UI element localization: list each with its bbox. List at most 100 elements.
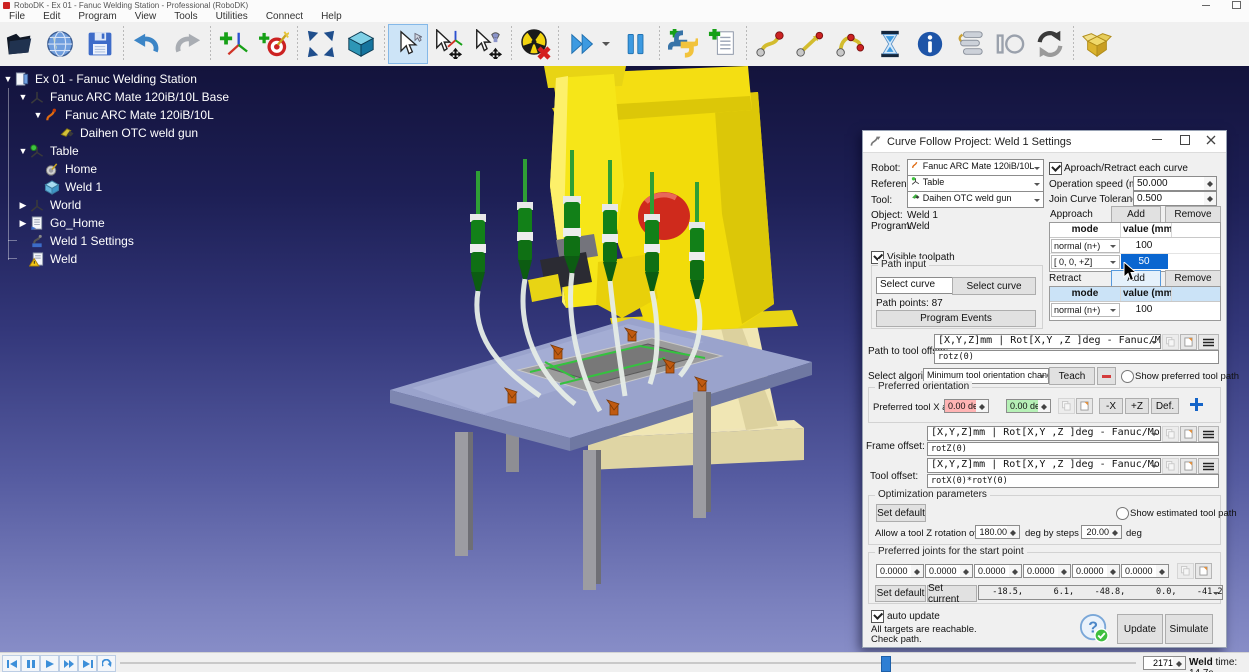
joint-2-spinner[interactable] [960,564,973,578]
tree-item-robot[interactable]: ▼ Fanuc ARC Mate 120iB/10L [32,106,214,124]
info-instruction-icon[interactable] [910,24,950,64]
add-target-icon[interactable] [254,24,294,64]
path-offset-copy-icon[interactable] [1162,334,1179,350]
add-reference-frame-icon[interactable] [214,24,254,64]
reference-select[interactable]: Table [907,175,1044,192]
window-maximize-icon[interactable] [1232,1,1241,9]
skip-end-icon[interactable] [78,655,97,672]
joint-3-field[interactable]: 0.0000 [974,564,1013,578]
joint-4-field[interactable]: 0.0000 [1023,564,1062,578]
join-tolerance-spinner[interactable] [1204,191,1217,206]
program-call-icon[interactable] [1030,24,1070,64]
path-offset-paste-icon[interactable] [1180,334,1197,350]
fast-simulation-icon[interactable] [562,24,616,64]
show-estimated-radio[interactable] [1116,507,1129,520]
redo-icon[interactable] [167,24,207,64]
tree-item-weld-gun[interactable]: Daihen OTC weld gun [47,124,198,142]
fast-forward-icon[interactable] [59,655,78,672]
dialog-titlebar[interactable]: Curve Follow Project: Weld 1 Settings [863,131,1226,153]
add-orientation-icon[interactable] [1189,397,1204,412]
io-instruction-icon[interactable] [990,24,1030,64]
joint-5-spinner[interactable] [1107,564,1120,578]
update-button[interactable]: Update [1117,614,1163,644]
frame-offset-menu-icon[interactable] [1198,426,1219,442]
tool-offset-format-select[interactable]: [X,Y,Z]mm | Rot[X,Y ,Z ]deg - Fanuc/Moto… [927,458,1161,473]
step-spinner[interactable] [1109,525,1122,539]
joint-5-field[interactable]: 0.0000 [1072,564,1111,578]
wait-instruction-icon[interactable] [870,24,910,64]
tool-x-ry-field[interactable]: 0.00 deg [1006,399,1042,413]
tree-item-weld-program[interactable]: Weld [17,250,77,268]
pause-playback-icon[interactable] [21,655,40,672]
fast-simulation-dropdown-icon[interactable] [602,42,610,50]
check-status-icon[interactable]: ? [1079,613,1109,643]
default-orientation-button[interactable]: Def. [1151,398,1179,414]
simulate-button[interactable]: Simulate [1165,614,1213,644]
program-events-button[interactable]: Program Events [876,310,1036,327]
approach-retract-checkbox[interactable] [1049,162,1062,175]
movej-instruction-icon[interactable] [750,24,790,64]
dialog-minimize-icon[interactable] [1152,139,1162,140]
expander-icon[interactable]: ▶ [17,218,29,229]
approach-remove-button[interactable]: Remove [1165,206,1221,223]
current-joints-select[interactable]: -18.5, 6.1, -48.8, 0.0, -41.2, -71.5 [978,585,1223,600]
save-icon[interactable] [80,24,120,64]
joint-1-spinner[interactable] [911,564,924,578]
joints-copy-icon[interactable] [1177,563,1194,579]
tool-x-ry-spinner[interactable] [1038,399,1051,413]
tree-item-weld1-settings[interactable]: Weld 1 Settings [17,232,134,250]
approach-add-button[interactable]: Add [1111,206,1161,223]
menu-file[interactable]: File [0,11,34,22]
skip-start-icon[interactable] [2,655,21,672]
retract-value-1[interactable]: 100 [1121,302,1168,317]
add-program-icon[interactable] [703,24,743,64]
menu-help[interactable]: Help [312,11,351,22]
tool-offset-expression[interactable]: rotX(0)*rotY(0) [927,474,1219,488]
joint-6-field[interactable]: 0.0000 [1121,564,1160,578]
tree-item-weld1-object[interactable]: Weld 1 [32,178,102,196]
simulation-slider-track[interactable] [120,662,1136,664]
tool-offset-menu-icon[interactable] [1198,458,1219,474]
menu-connect[interactable]: Connect [257,11,312,22]
robot-select[interactable]: Fanuc ARC Mate 120iB/10L [907,159,1044,176]
expander-icon[interactable]: ▶ [17,200,29,211]
tree-item-world-frame[interactable]: ▶ World [17,196,81,214]
tree-item-table-frame[interactable]: ▼ Table [17,142,79,160]
orientation-copy-icon[interactable] [1058,398,1075,414]
replay-icon[interactable] [97,655,116,672]
rotation-spinner[interactable] [1007,525,1020,539]
check-collisions-icon[interactable] [515,24,555,64]
open-file-icon[interactable] [0,24,40,64]
frame-offset-format-select[interactable]: [X,Y,Z]mm | Rot[X,Y ,Z ]deg - Fanuc/Moto… [927,426,1161,441]
joints-set-default-button[interactable]: Set default [875,585,926,602]
path-offset-format-select[interactable]: [X,Y,Z]mm | Rot[X,Y ,Z ]deg - Fanuc/Moto… [934,334,1161,349]
remove-preferred-icon[interactable] [1097,367,1116,385]
select-cursor-icon[interactable] [388,24,428,64]
retract-mode-1[interactable]: normal (n+) [1051,303,1120,317]
menu-tools[interactable]: Tools [165,11,206,22]
fit-all-icon[interactable] [301,24,341,64]
auto-update-checkbox[interactable] [871,610,884,623]
move-tool-cursor-icon[interactable] [468,24,508,64]
dialog-close-icon[interactable] [1206,135,1216,145]
menu-edit[interactable]: Edit [34,11,69,22]
path-offset-expression[interactable]: rotz(0) [934,350,1219,364]
approach-mode-2[interactable]: [ 0, 0, +Z] [1051,255,1120,269]
operation-speed-field[interactable]: 50.000 [1133,176,1206,191]
minus-x-button[interactable]: -X [1099,398,1123,414]
expander-icon[interactable]: ▼ [2,74,14,84]
tree-item-station[interactable]: ▼ Ex 01 - Fanuc Welding Station [2,70,197,88]
movec-instruction-icon[interactable] [830,24,870,64]
expander-icon[interactable]: ▼ [17,92,29,102]
expander-icon[interactable]: ▼ [32,110,44,120]
undo-icon[interactable] [127,24,167,64]
orientation-paste-icon[interactable] [1076,398,1093,414]
tool-x-rx-spinner[interactable] [976,399,989,413]
frame-offset-paste-icon[interactable] [1180,426,1197,442]
station-package-icon[interactable] [1077,24,1117,64]
joint-6-spinner[interactable] [1156,564,1169,578]
path-offset-menu-icon[interactable] [1198,334,1219,350]
tool-select[interactable]: Daihen OTC weld gun [907,191,1044,208]
simulation-slider-handle[interactable] [881,656,891,672]
frame-offset-expression[interactable]: rotZ(0) [927,442,1219,456]
